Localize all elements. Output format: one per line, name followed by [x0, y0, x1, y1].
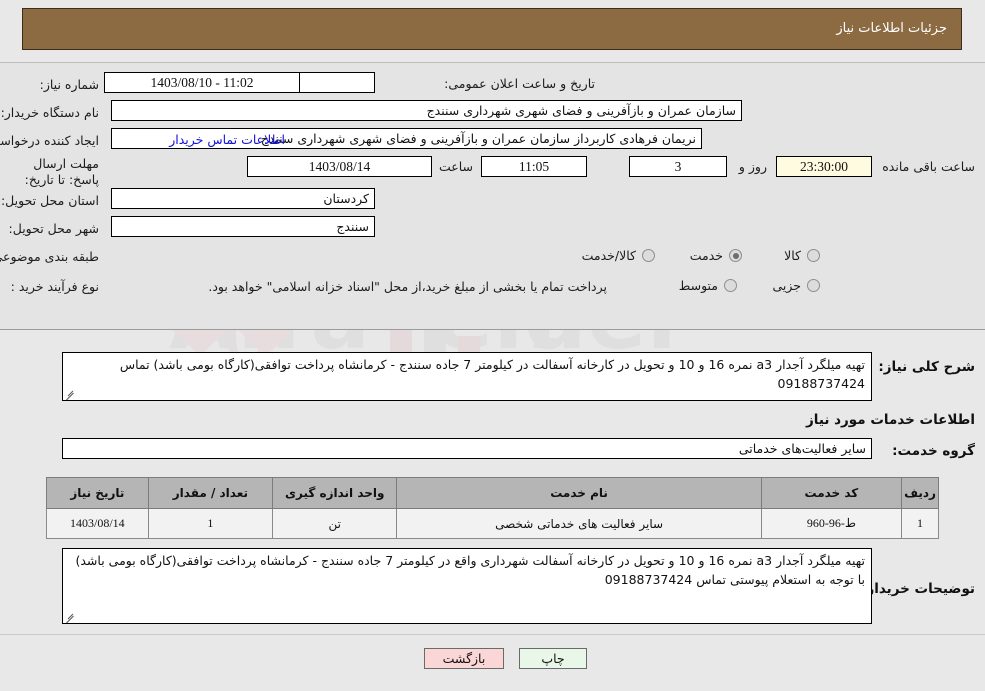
th-quantity: تعداد / مقدار [147, 477, 274, 509]
buyer-contact-link[interactable]: اطلاعات تماس خریدار [169, 132, 285, 147]
field-city: سنندج [111, 216, 375, 237]
field-remaining-time: 23:30:00 [776, 156, 872, 177]
th-service-code: کد خدمت [760, 477, 903, 509]
label-requester: ایجاد کننده درخواست: [0, 133, 99, 148]
page-header-bar: جزئیات اطلاعات نیاز [22, 8, 962, 50]
label-city: شهر محل تحویل: [8, 221, 99, 236]
label-need-number: شماره نیاز: [39, 77, 99, 92]
services-section-heading: اطلاعات خدمات مورد نیاز [805, 412, 975, 428]
announce-value-box: 1403/08/10 - 11:02 [104, 72, 300, 93]
back-button[interactable]: بازگشت [424, 648, 504, 669]
table-header-row: ردیف کد خدمت نام خدمت واحد اندازه گیری ت… [46, 477, 939, 509]
label-deadline: مهلت ارسال پاسخ: تا تاریخ: [24, 156, 99, 187]
label-purchase-type: نوع فرآیند خرید : [10, 279, 99, 294]
resize-handle-description[interactable] [65, 388, 76, 399]
field-deadline-hour: 11:05 [481, 156, 587, 177]
treasury-note: پرداخت تمام یا بخشی از مبلغ خرید،از محل … [208, 279, 607, 294]
radio-label-purchase-0: جزیی [772, 278, 801, 293]
field-buyer-notes[interactable]: تهیه میلگرد آجدار a3 نمره 16 و 10 و تحوی… [62, 548, 872, 624]
label-deadline-hour: ساعت [438, 159, 473, 174]
radio-category-kala-khedmat[interactable] [642, 249, 655, 262]
field-buyer-org: سازمان عمران و بازآفرینی و فضای شهری شهر… [111, 100, 742, 121]
general-description-text: تهیه میلگرد آجدار a3 نمره 16 و 10 و تحوی… [119, 357, 865, 391]
print-button[interactable]: چاپ [519, 648, 587, 669]
label-general-description: شرح کلی نیاز: [878, 359, 975, 375]
radio-purchase-jozei[interactable] [807, 279, 820, 292]
th-unit: واحد اندازه گیری [272, 477, 398, 509]
label-public-announce: تاریخ و ساعت اعلان عمومی: [444, 76, 595, 91]
cell-unit: تن [272, 508, 398, 539]
cell-service-code: ط-96-960 [760, 508, 903, 539]
label-remaining-days: روز و [738, 159, 767, 174]
label-service-group: گروه خدمت: [892, 443, 975, 459]
label-buyer-notes: توضیحات خریدار: [861, 581, 975, 597]
radio-label-category-0: کالا [784, 248, 801, 263]
footer-divider [0, 634, 985, 635]
field-remaining-days: 3 [629, 156, 727, 177]
th-row-number: ردیف [901, 477, 939, 509]
label-category: طبقه بندی موضوعی: [0, 249, 99, 264]
cell-service-name: سایر فعالیت های خدماتی شخصی [396, 508, 762, 539]
radio-category-kala[interactable] [807, 249, 820, 262]
cell-need-date: 1403/08/14 [46, 508, 149, 539]
field-general-description[interactable]: تهیه میلگرد آجدار a3 نمره 16 و 10 و تحوی… [62, 352, 872, 401]
label-province: استان محل تحویل: [0, 193, 99, 208]
buyer-notes-text: تهیه میلگرد آجدار a3 نمره 16 و 10 و تحوی… [75, 553, 865, 587]
need-details-panel: شماره نیاز: 1103005633000154 تاریخ و ساع… [0, 62, 985, 330]
radio-label-category-2: کالا/خدمت [581, 248, 636, 263]
cell-row-number: 1 [901, 508, 939, 539]
table-row: 1 ط-96-960 سایر فعالیت های خدماتی شخصی ت… [46, 508, 939, 539]
field-service-group: سایر فعالیت‌های خدماتی [62, 438, 872, 459]
page-title: جزئیات اطلاعات نیاز [836, 21, 947, 36]
services-table: ردیف کد خدمت نام خدمت واحد اندازه گیری ت… [46, 477, 939, 539]
resize-handle-buyer-notes[interactable] [65, 611, 76, 622]
field-province: کردستان [111, 188, 375, 209]
cell-quantity: 1 [147, 508, 274, 539]
radio-purchase-motavaset[interactable] [724, 279, 737, 292]
th-need-date: تاریخ نیاز [46, 477, 149, 509]
field-deadline-date: 1403/08/14 [247, 156, 432, 177]
th-service-name: نام خدمت [396, 477, 762, 509]
radio-label-category-1: خدمت [689, 248, 723, 263]
label-remaining-time: ساعت باقی مانده [882, 159, 975, 174]
radio-label-purchase-1: متوسط [678, 278, 718, 293]
label-buyer-org: نام دستگاه خریدار: [0, 105, 99, 120]
radio-category-khedmat[interactable] [729, 249, 742, 262]
